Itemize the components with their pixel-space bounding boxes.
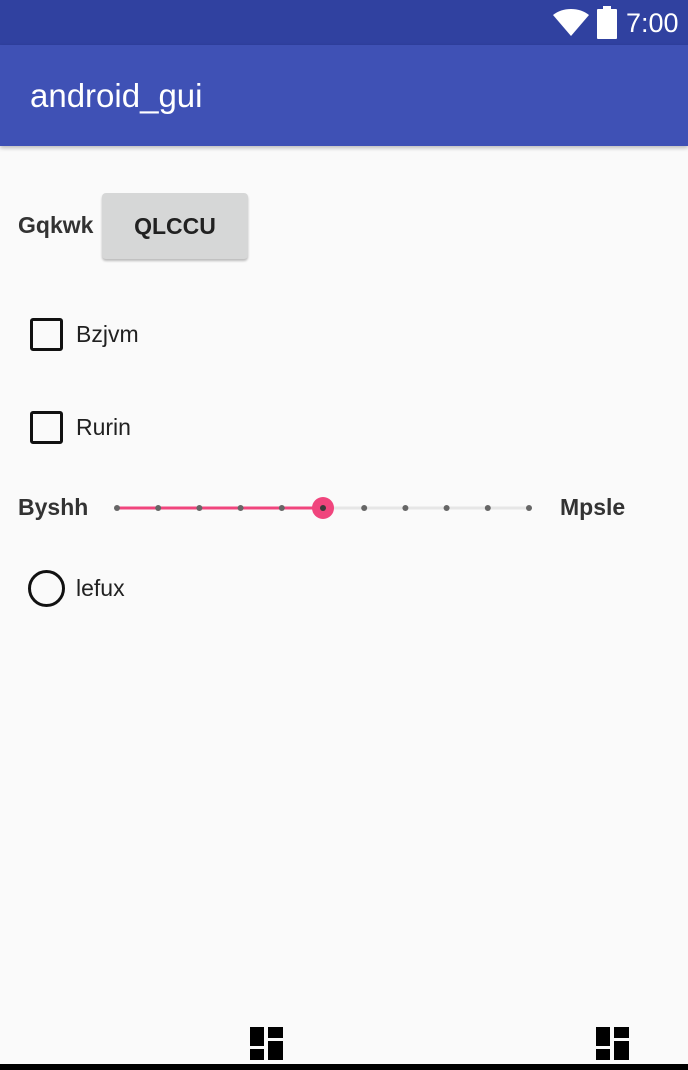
seekbar-tick	[526, 505, 532, 511]
seekbar-tick	[114, 505, 120, 511]
seekbar-tick	[278, 505, 285, 511]
status-time: 7:00	[626, 8, 679, 38]
dashboard-icon[interactable]	[250, 1027, 283, 1060]
seekbar-tick	[361, 505, 368, 511]
wifi-icon	[553, 9, 589, 36]
radio-label: lefux	[76, 575, 125, 601]
seekbar-tick	[155, 505, 162, 511]
checkbox-bzjvm[interactable]: Bzjvm	[30, 314, 139, 354]
battery-icon	[597, 6, 617, 39]
seekbar-thumb-dot	[320, 505, 326, 511]
screen: 7:00 android_gui Gqkwk QLCCU Bzjvm Rurin…	[0, 0, 688, 1070]
seekbar-tick	[237, 505, 244, 511]
seekbar-tick	[196, 505, 203, 511]
checkbox-rurin[interactable]: Rurin	[30, 407, 131, 447]
seekbar[interactable]	[105, 490, 545, 526]
seekbar-left-label: Byshh	[18, 494, 89, 520]
bottom-bar	[0, 1064, 688, 1070]
dashboard-icon[interactable]	[596, 1027, 629, 1060]
qlccu-button[interactable]: QLCCU	[102, 193, 248, 259]
checkbox-label: Rurin	[76, 414, 131, 440]
seekbar-tick	[402, 505, 409, 511]
seekbar-right-label: Mpsle	[560, 494, 626, 520]
radio-circle[interactable]	[28, 569, 65, 607]
seekbar-tick	[484, 505, 491, 511]
status-bar: 7:00	[0, 0, 688, 45]
seekbar-tick	[443, 505, 450, 511]
checkbox-label: Bzjvm	[76, 321, 139, 347]
checkbox-box[interactable]	[30, 410, 63, 444]
app-bar: android_gui	[0, 45, 688, 146]
checkbox-box[interactable]	[30, 317, 63, 351]
gqkwk-label: Gqkwk	[18, 212, 94, 238]
app-title: android_gui	[30, 77, 203, 114]
radio-lefux[interactable]: lefux	[28, 568, 125, 608]
